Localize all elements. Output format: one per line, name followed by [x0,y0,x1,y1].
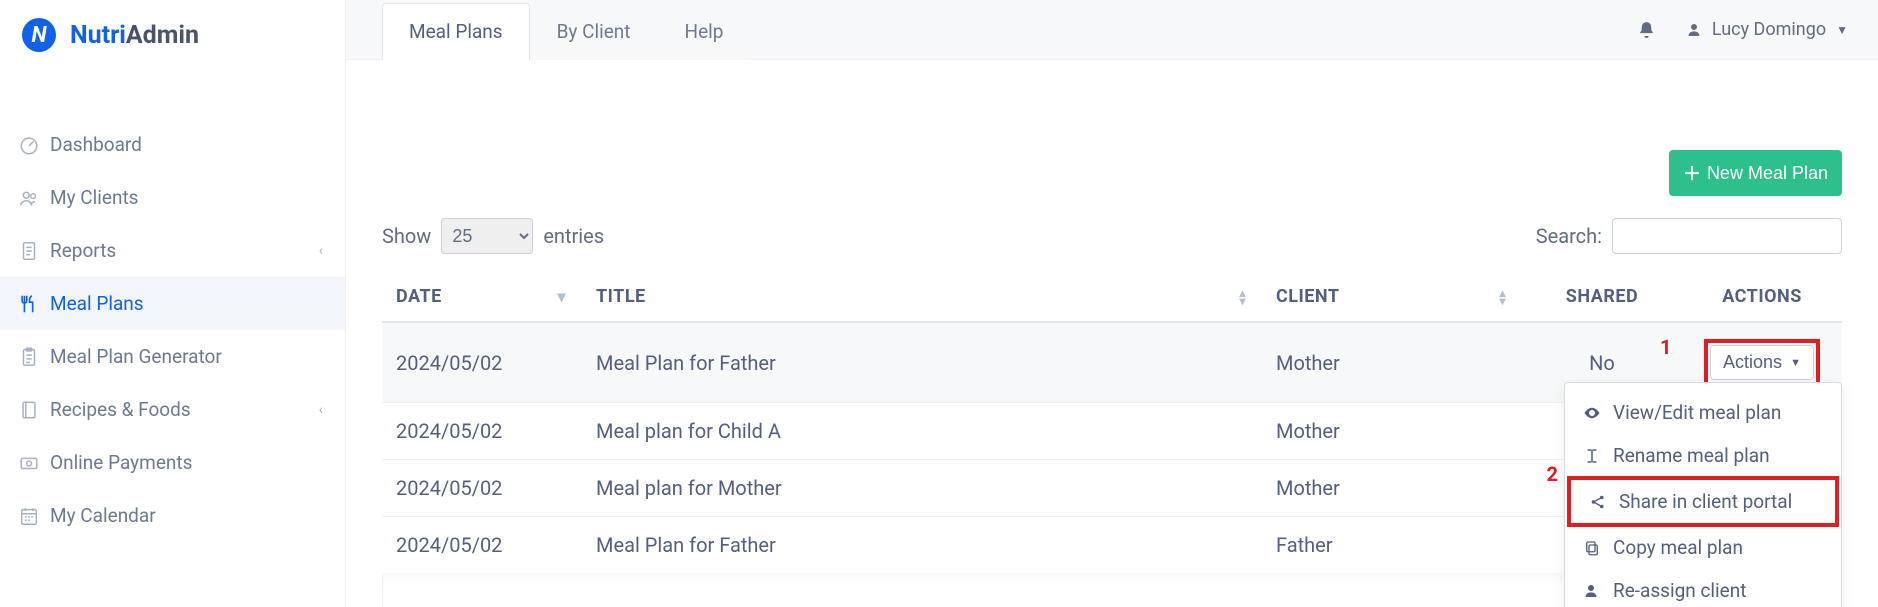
topbar: Meal Plans Meal Plans By Client Help Luc… [346,0,1878,60]
search-input[interactable] [1612,218,1842,254]
copy-icon [1583,539,1603,557]
tab-help[interactable]: Help [658,3,751,60]
sidebar-item-my-calendar[interactable]: My Calendar [0,489,345,542]
sidebar-item-meal-plans[interactable]: Meal Plans [0,277,345,330]
calendar-icon [18,505,50,527]
caret-down-icon: ▼ [1836,23,1848,37]
sort-desc-icon: ▾ [557,293,566,301]
brand-name: NutriAdmin [70,21,199,50]
annotation-1: 1 [1660,335,1671,359]
sidebar-item-reports[interactable]: Reports ‹ [0,224,345,277]
cell-client: Father [1262,517,1522,574]
menu-share-client-portal[interactable]: Share in client portal [1567,476,1839,527]
column-header-shared[interactable]: SHARED [1522,272,1682,322]
cell-date: 2024/05/02 [382,322,582,403]
sidebar-item-label: Reports [50,239,319,262]
plus-icon: ＋ [1683,160,1701,186]
sidebar-item-label: Dashboard [50,133,323,156]
cell-title: Meal plan for Child A [582,403,1262,460]
menu-rename[interactable]: Rename meal plan [1565,434,1841,477]
text-cursor-icon [1583,447,1603,465]
book-icon [18,399,50,421]
sidebar: N NutriAdmin Dashboard My Clients [0,0,346,607]
cell-client: Mother [1262,403,1522,460]
menu-reassign[interactable]: Re-assign client [1565,569,1841,607]
sort-icon: ▴▾ [1499,289,1506,305]
brand-logo: N [22,18,56,52]
column-header-client[interactable]: CLIENT ▴▾ [1262,272,1522,322]
cell-title: Meal Plan for Father [582,322,1262,403]
sidebar-item-label: Recipes & Foods [50,398,319,421]
user-icon [1583,582,1603,600]
caret-down-icon: ▼ [1790,357,1801,369]
sort-icon: ▴▾ [1239,289,1246,305]
tabs: Meal Plans By Client Help [382,3,750,60]
sidebar-item-label: Meal Plan Generator [50,345,323,368]
chevron-left-icon: ‹ [319,402,323,418]
tab-meal-plans[interactable]: Meal Plans [382,3,530,60]
tab-by-client[interactable]: By Client [530,3,658,60]
user-menu[interactable]: Lucy Domingo ▼ [1686,19,1848,40]
share-icon [1589,493,1609,511]
content: ＋ New Meal Plan Show 25 entries Search: [346,60,1878,607]
column-header-actions: ACTIONS [1682,272,1842,322]
row-actions-button[interactable]: Actions ▼ [1710,345,1814,380]
clipboard-icon [18,346,50,368]
sidebar-item-online-payments[interactable]: Online Payments [0,436,345,489]
eye-icon [1583,404,1603,422]
cash-icon [18,452,50,474]
menu-copy[interactable]: Copy meal plan [1565,526,1841,569]
sidebar-nav: Dashboard My Clients Reports ‹ Meal [0,118,345,542]
utensils-icon [18,293,50,315]
file-icon [18,240,50,262]
cell-date: 2024/05/02 [382,403,582,460]
cell-date: 2024/05/02 [382,517,582,574]
new-meal-plan-button[interactable]: ＋ New Meal Plan [1669,150,1842,196]
gauge-icon [18,134,50,156]
show-label: Show [382,224,431,248]
cell-client: Mother [1262,460,1522,517]
sidebar-item-label: Meal Plans [50,292,323,315]
entries-label: entries [543,224,604,248]
users-icon [18,187,50,209]
sidebar-item-my-clients[interactable]: My Clients [0,171,345,224]
sidebar-item-label: My Clients [50,186,323,209]
user-name: Lucy Domingo [1712,19,1826,40]
page-size-select[interactable]: 25 [441,218,533,254]
brand[interactable]: N NutriAdmin [0,14,345,68]
row-actions-menu: View/Edit meal plan Rename meal plan Sha… [1564,382,1842,607]
user-icon [1686,21,1702,39]
sidebar-item-label: Online Payments [50,451,323,474]
annotation-2: 2 [1547,462,1558,486]
sidebar-item-meal-plan-generator[interactable]: Meal Plan Generator [0,330,345,383]
cell-title: Meal Plan for Father [582,517,1262,574]
sidebar-item-dashboard[interactable]: Dashboard [0,118,345,171]
cell-date: 2024/05/02 [382,460,582,517]
sidebar-item-recipes-foods[interactable]: Recipes & Foods ‹ [0,383,345,436]
bell-icon[interactable] [1637,20,1656,40]
cell-client: Mother [1262,322,1522,403]
chevron-left-icon: ‹ [319,243,323,259]
column-header-date[interactable]: DATE ▾ [382,272,582,322]
menu-view-edit[interactable]: View/Edit meal plan [1565,391,1841,434]
search-label: Search: [1536,224,1602,248]
sidebar-item-label: My Calendar [50,504,323,527]
column-header-title[interactable]: TITLE ▴▾ [582,272,1262,322]
cell-title: Meal plan for Mother [582,460,1262,517]
